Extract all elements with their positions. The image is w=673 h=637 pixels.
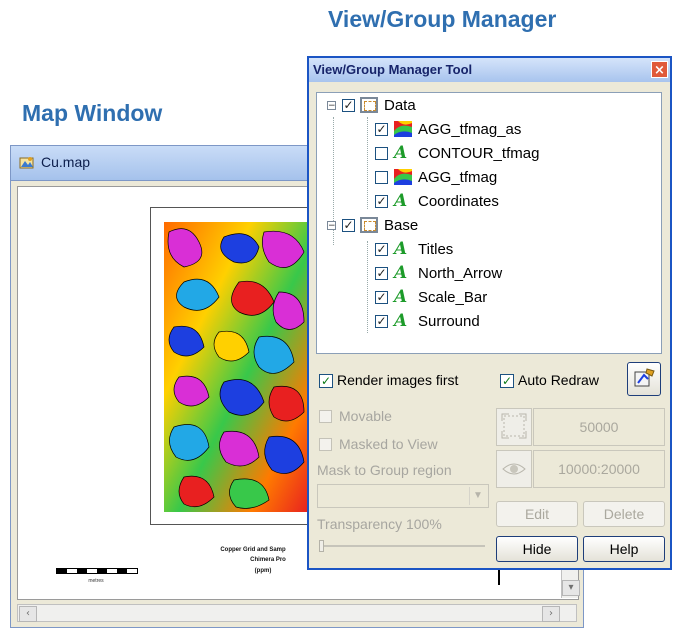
- tree-item-coordinates[interactable]: ✓ A Coordinates: [375, 189, 499, 213]
- checkbox-titles[interactable]: ✓: [375, 242, 388, 256]
- checkbox-north-arrow[interactable]: ✓: [375, 266, 388, 280]
- scale-icon: [501, 413, 527, 439]
- collapse-icon[interactable]: −: [327, 100, 336, 110]
- checkbox-contour-tfmag[interactable]: [375, 146, 388, 160]
- checkbox-surround[interactable]: ✓: [375, 314, 388, 328]
- scale-icon-button[interactable]: [496, 408, 532, 446]
- vector-layer-icon: A: [394, 287, 408, 307]
- slider-thumb[interactable]: [319, 540, 324, 552]
- vector-layer-icon: A: [394, 239, 408, 259]
- tree-connector: [367, 241, 368, 333]
- tree-label: North_Arrow: [418, 264, 503, 282]
- auto-redraw-checkbox[interactable]: ✓: [500, 374, 514, 388]
- tree-label: Surround: [418, 312, 480, 330]
- close-button[interactable]: ×: [651, 61, 668, 78]
- group-icon: [360, 217, 378, 233]
- vector-layer-icon: A: [394, 311, 408, 331]
- tree-label: Coordinates: [418, 192, 499, 210]
- masked-to-view-checkbox[interactable]: [319, 438, 332, 451]
- checkbox-data[interactable]: ✓: [342, 98, 355, 112]
- tree-label: Titles: [418, 240, 454, 258]
- view-group-manager-heading: View/Group Manager: [328, 6, 557, 32]
- mask-to-group-region-label: Mask to Group region: [317, 462, 452, 478]
- checkbox-agg-tfmag-as[interactable]: ✓: [375, 122, 388, 136]
- checkbox-base[interactable]: ✓: [342, 218, 355, 232]
- auto-redraw-label: Auto Redraw: [518, 372, 599, 388]
- transparency-slider[interactable]: [319, 540, 487, 552]
- movable-checkbox[interactable]: [319, 410, 332, 423]
- tree-label: AGG_tfmag_as: [418, 120, 522, 138]
- render-images-first-checkbox[interactable]: ✓: [319, 374, 333, 388]
- render-images-first-label: Render images first: [337, 372, 459, 388]
- tree-label: Base: [384, 216, 419, 234]
- visibility-range-field[interactable]: 10000:20000: [533, 450, 665, 488]
- hide-button[interactable]: Hide: [496, 536, 578, 562]
- redraw-icon: [634, 368, 655, 387]
- tool-titlebar[interactable]: View/Group Manager Tool ×: [309, 58, 670, 82]
- aggregate-icon: [394, 121, 412, 137]
- north-arrow-mark: [498, 569, 500, 585]
- eye-icon: [502, 463, 526, 475]
- tree-label: Data: [384, 96, 416, 114]
- tree-label: AGG_tfmag: [418, 168, 498, 186]
- redraw-button[interactable]: [627, 362, 661, 396]
- vector-layer-icon: A: [394, 263, 408, 283]
- map-horizontal-scrollbar[interactable]: ‹ ›: [17, 604, 577, 622]
- transparency-label: Transparency 100%: [317, 516, 442, 532]
- masked-to-view-label: Masked to View: [339, 436, 438, 452]
- delete-button[interactable]: Delete: [583, 501, 665, 527]
- tree-item-surround[interactable]: ✓ A Surround: [375, 309, 480, 333]
- scale-bar: [56, 568, 138, 574]
- checkbox-agg-tfmag[interactable]: [375, 170, 388, 184]
- tree-item-titles[interactable]: ✓ A Titles: [375, 237, 453, 261]
- tree-item-north-arrow[interactable]: ✓ A North_Arrow: [375, 261, 502, 285]
- aggregate-icon: [394, 169, 412, 185]
- scale-bar-label: metres: [88, 578, 104, 584]
- scroll-left-button[interactable]: ‹: [19, 606, 37, 622]
- scale-field[interactable]: 50000: [533, 408, 665, 446]
- tree-label: Scale_Bar: [418, 288, 488, 306]
- tree-item-contour-tfmag[interactable]: A CONTOUR_tfmag: [375, 141, 539, 165]
- slider-track: [319, 545, 485, 547]
- tree-item-base[interactable]: − ✓ Base: [327, 213, 418, 237]
- chevron-down-icon: ▼: [469, 487, 486, 505]
- checkbox-coordinates[interactable]: ✓: [375, 194, 388, 208]
- map-icon: [19, 157, 34, 169]
- checkbox-scale-bar[interactable]: ✓: [375, 290, 388, 304]
- map-title-line-1: Copper Grid and Samp: [220, 547, 286, 553]
- group-icon: [360, 97, 378, 113]
- map-window-title: Cu.map: [41, 154, 91, 170]
- view-group-manager-tool-window[interactable]: View/Group Manager Tool × − ✓ Data ✓ AGG…: [307, 56, 672, 570]
- mask-to-group-region-select[interactable]: ▼: [317, 484, 489, 508]
- tool-title: View/Group Manager Tool: [313, 62, 473, 77]
- scroll-right-button[interactable]: ›: [542, 606, 560, 622]
- copper-grid-image: [164, 222, 309, 512]
- tree-item-agg-tfmag[interactable]: AGG_tfmag: [375, 165, 497, 189]
- map-window-heading: Map Window: [22, 100, 163, 126]
- view-group-tree[interactable]: − ✓ Data ✓ AGG_tfmag_as A CONTOUR_tfmag: [316, 92, 662, 354]
- tree-item-data[interactable]: − ✓ Data: [327, 93, 416, 117]
- tree-connector: [367, 117, 368, 209]
- help-button[interactable]: Help: [583, 536, 665, 562]
- collapse-icon[interactable]: −: [327, 220, 336, 230]
- scroll-down-button[interactable]: ▾: [562, 580, 580, 596]
- movable-label: Movable: [339, 408, 392, 424]
- tree-item-scale-bar[interactable]: ✓ A Scale_Bar: [375, 285, 487, 309]
- tree-label: CONTOUR_tfmag: [418, 144, 540, 162]
- vector-layer-icon: A: [394, 143, 408, 163]
- tree-item-agg-tfmag-as[interactable]: ✓ AGG_tfmag_as: [375, 117, 521, 141]
- vector-layer-icon: A: [394, 191, 408, 211]
- visibility-icon-button[interactable]: [496, 450, 532, 488]
- edit-button[interactable]: Edit: [496, 501, 578, 527]
